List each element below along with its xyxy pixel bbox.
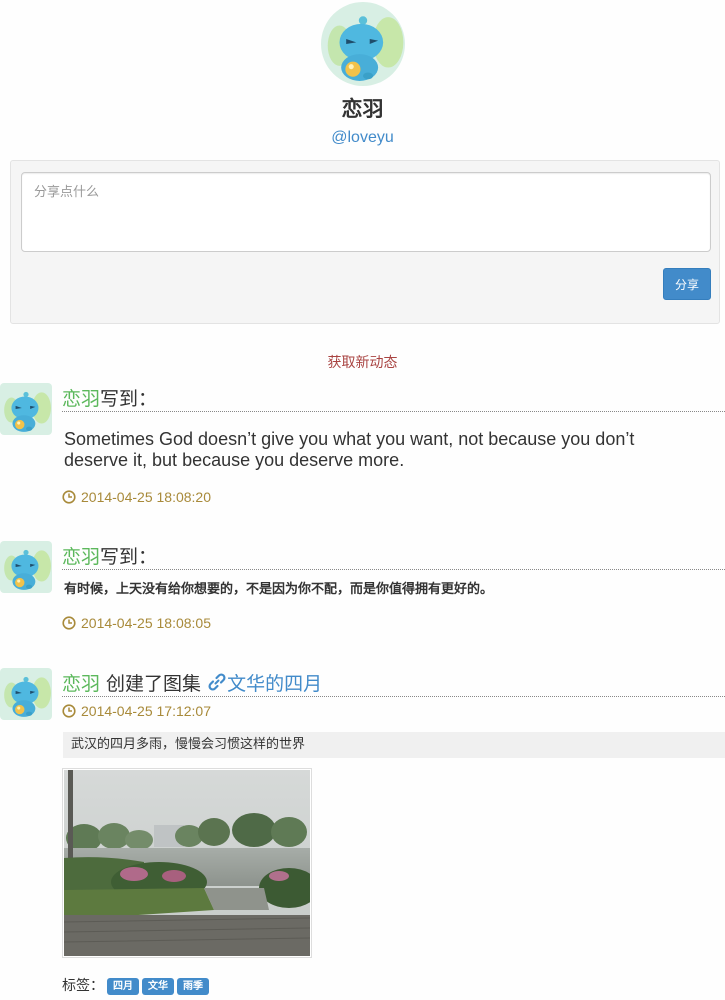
post-timestamp: 2014-04-25 18:08:05 [62,614,211,632]
tag-link[interactable]: 文华 [142,978,174,995]
timestamp-text: 2014-04-25 18:08:20 [81,489,211,505]
feed-verb: 写到： [100,546,158,568]
author-link[interactable]: 恋羽 [62,673,100,695]
album-photo[interactable] [62,768,312,958]
avatar[interactable] [0,668,52,720]
tag-link[interactable]: 四月 [107,978,139,995]
avatar[interactable] [0,383,52,435]
author-link[interactable]: 恋羽 [62,388,100,410]
avatar[interactable] [0,541,52,593]
tag-link[interactable]: 雨季 [177,978,209,995]
timestamp-text: 2014-04-25 18:08:05 [81,615,211,631]
profile-header: 恋羽 @loveyu [0,0,725,148]
timestamp-text: 2014-04-25 17:12:07 [81,703,211,719]
share-composer: 分享 [10,160,720,324]
author-link[interactable]: 恋羽 [62,546,100,568]
post-text: Sometimes God doesn’t give you what you … [64,429,635,470]
feed-header: 恋羽写到： [62,387,725,412]
feed-verb: 创建了图集 [100,673,208,695]
profile-name: 恋羽 [341,97,384,121]
post-text: 有时候，上天没有给你想要的，不是因为你不配，而是你值得拥有更好的。 [64,582,494,597]
avatar-image [0,541,52,593]
tags-label: 标签： [62,978,104,994]
feed-item: 恋羽写到： Sometimes God doesn’t give you wha… [0,383,725,513]
tags-row: 标签： 四月 文华 雨季 [62,976,209,996]
feed-item: 恋羽写到： 有时候，上天没有给你想要的，不是因为你不配，而是你值得拥有更好的。 … [0,541,725,641]
album-caption: 武汉的四月多雨，慢慢会习惯这样的世界 [63,732,725,758]
post-timestamp: 2014-04-25 17:12:07 [62,702,211,720]
feed-header: 恋羽 创建了图集 文华的四月 [62,672,725,697]
album-title: 文华的四月 [227,673,323,695]
avatar-image [0,383,52,435]
share-button[interactable]: 分享 [663,268,711,300]
share-input[interactable] [21,172,711,252]
feed-header: 恋羽写到： [62,545,725,570]
feed-item: 恋羽 创建了图集 文华的四月 2014-04-25 17:12:07 武汉的四月… [0,668,725,1000]
avatar-image [0,668,52,720]
profile-handle-link[interactable]: @loveyu [331,128,394,148]
avatar-image [321,2,405,86]
album-link[interactable]: 文华的四月 [207,673,322,695]
photo-image [63,770,311,956]
clock-icon [62,616,76,630]
clock-icon [62,490,76,504]
fetch-updates-link[interactable]: 获取新动态 [0,352,725,372]
link-icon [208,673,226,691]
clock-icon [62,704,76,718]
feed-verb: 写到： [100,388,158,410]
post-timestamp: 2014-04-25 18:08:20 [62,488,211,506]
profile-avatar[interactable] [321,2,405,86]
